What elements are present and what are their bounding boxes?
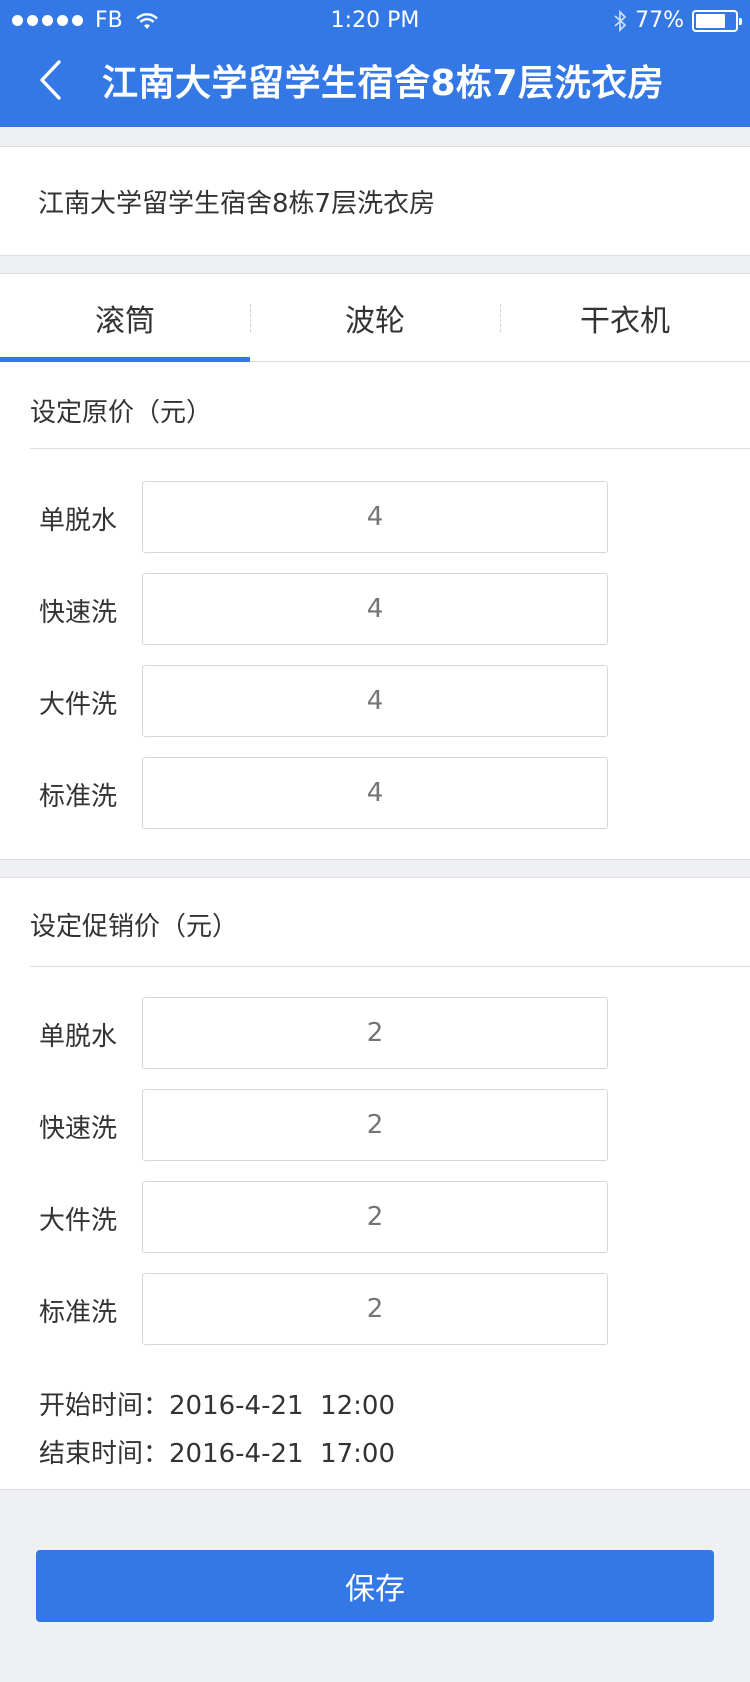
tab-divider: [500, 304, 501, 332]
row-label-quick: 快速洗: [39, 1114, 118, 1144]
original-price-card: 滚筒 波轮 干衣机 设定原价（元） 单脱水 快速洗 大件洗 标准洗: [0, 273, 750, 860]
row-label-standard: 标准洗: [39, 1298, 118, 1328]
original-price-standard-input[interactable]: [142, 757, 608, 829]
page-title: 江南大学留学生宿舍8栋7层洗衣房: [102, 63, 665, 104]
tab-dryer[interactable]: 干衣机: [500, 274, 750, 362]
store-card: 江南大学留学生宿舍8栋7层洗衣房: [0, 146, 750, 256]
promo-start-time[interactable]: 开始时间：2016-4-21 12:00: [39, 1385, 395, 1422]
section-divider: [30, 448, 750, 449]
status-right: 77%: [613, 8, 742, 33]
original-price-spin-input[interactable]: [142, 481, 608, 553]
battery-percent: 77%: [635, 8, 684, 33]
row-label-spin: 单脱水: [39, 1022, 118, 1052]
row-label-standard: 标准洗: [39, 782, 118, 812]
section-divider: [30, 966, 750, 967]
row-label-bulky: 大件洗: [39, 1206, 118, 1236]
promo-price-standard-input[interactable]: [142, 1273, 608, 1345]
tab-divider: [250, 304, 251, 332]
tab-impeller[interactable]: 波轮: [250, 274, 500, 362]
bluetooth-icon: [614, 9, 627, 32]
battery-icon: [692, 9, 742, 32]
row-label-quick: 快速洗: [39, 598, 118, 628]
back-button[interactable]: [28, 58, 72, 102]
tab-drum[interactable]: 滚筒: [0, 274, 250, 362]
row-label-spin: 单脱水: [39, 506, 118, 536]
nav-bar: 江南大学留学生宿舍8栋7层洗衣房: [0, 40, 750, 127]
machine-type-tabs: 滚筒 波轮 干衣机: [0, 274, 750, 362]
original-price-title: 设定原价（元）: [30, 398, 213, 428]
tab-active-indicator: [0, 357, 250, 362]
chevron-left-icon: [40, 60, 61, 100]
promo-price-card: 设定促销价（元） 单脱水 快速洗 大件洗 标准洗 开始时间：2016-4-21 …: [0, 877, 750, 1490]
header-bar: FB 1:20 PM 77% 江南大学留学生宿舍8栋7层洗衣房: [0, 0, 750, 127]
original-price-quick-input[interactable]: [142, 573, 608, 645]
row-label-bulky: 大件洗: [39, 690, 118, 720]
promo-end-time[interactable]: 结束时间：2016-4-21 17:00: [39, 1433, 395, 1470]
promo-price-title: 设定促销价（元）: [30, 912, 239, 942]
status-bar: FB 1:20 PM 77%: [0, 0, 750, 40]
save-button[interactable]: 保存: [36, 1550, 714, 1622]
promo-price-spin-input[interactable]: [142, 997, 608, 1069]
promo-price-quick-input[interactable]: [142, 1089, 608, 1161]
original-price-bulky-input[interactable]: [142, 665, 608, 737]
store-name: 江南大学留学生宿舍8栋7层洗衣房: [38, 189, 436, 219]
promo-price-bulky-input[interactable]: [142, 1181, 608, 1253]
